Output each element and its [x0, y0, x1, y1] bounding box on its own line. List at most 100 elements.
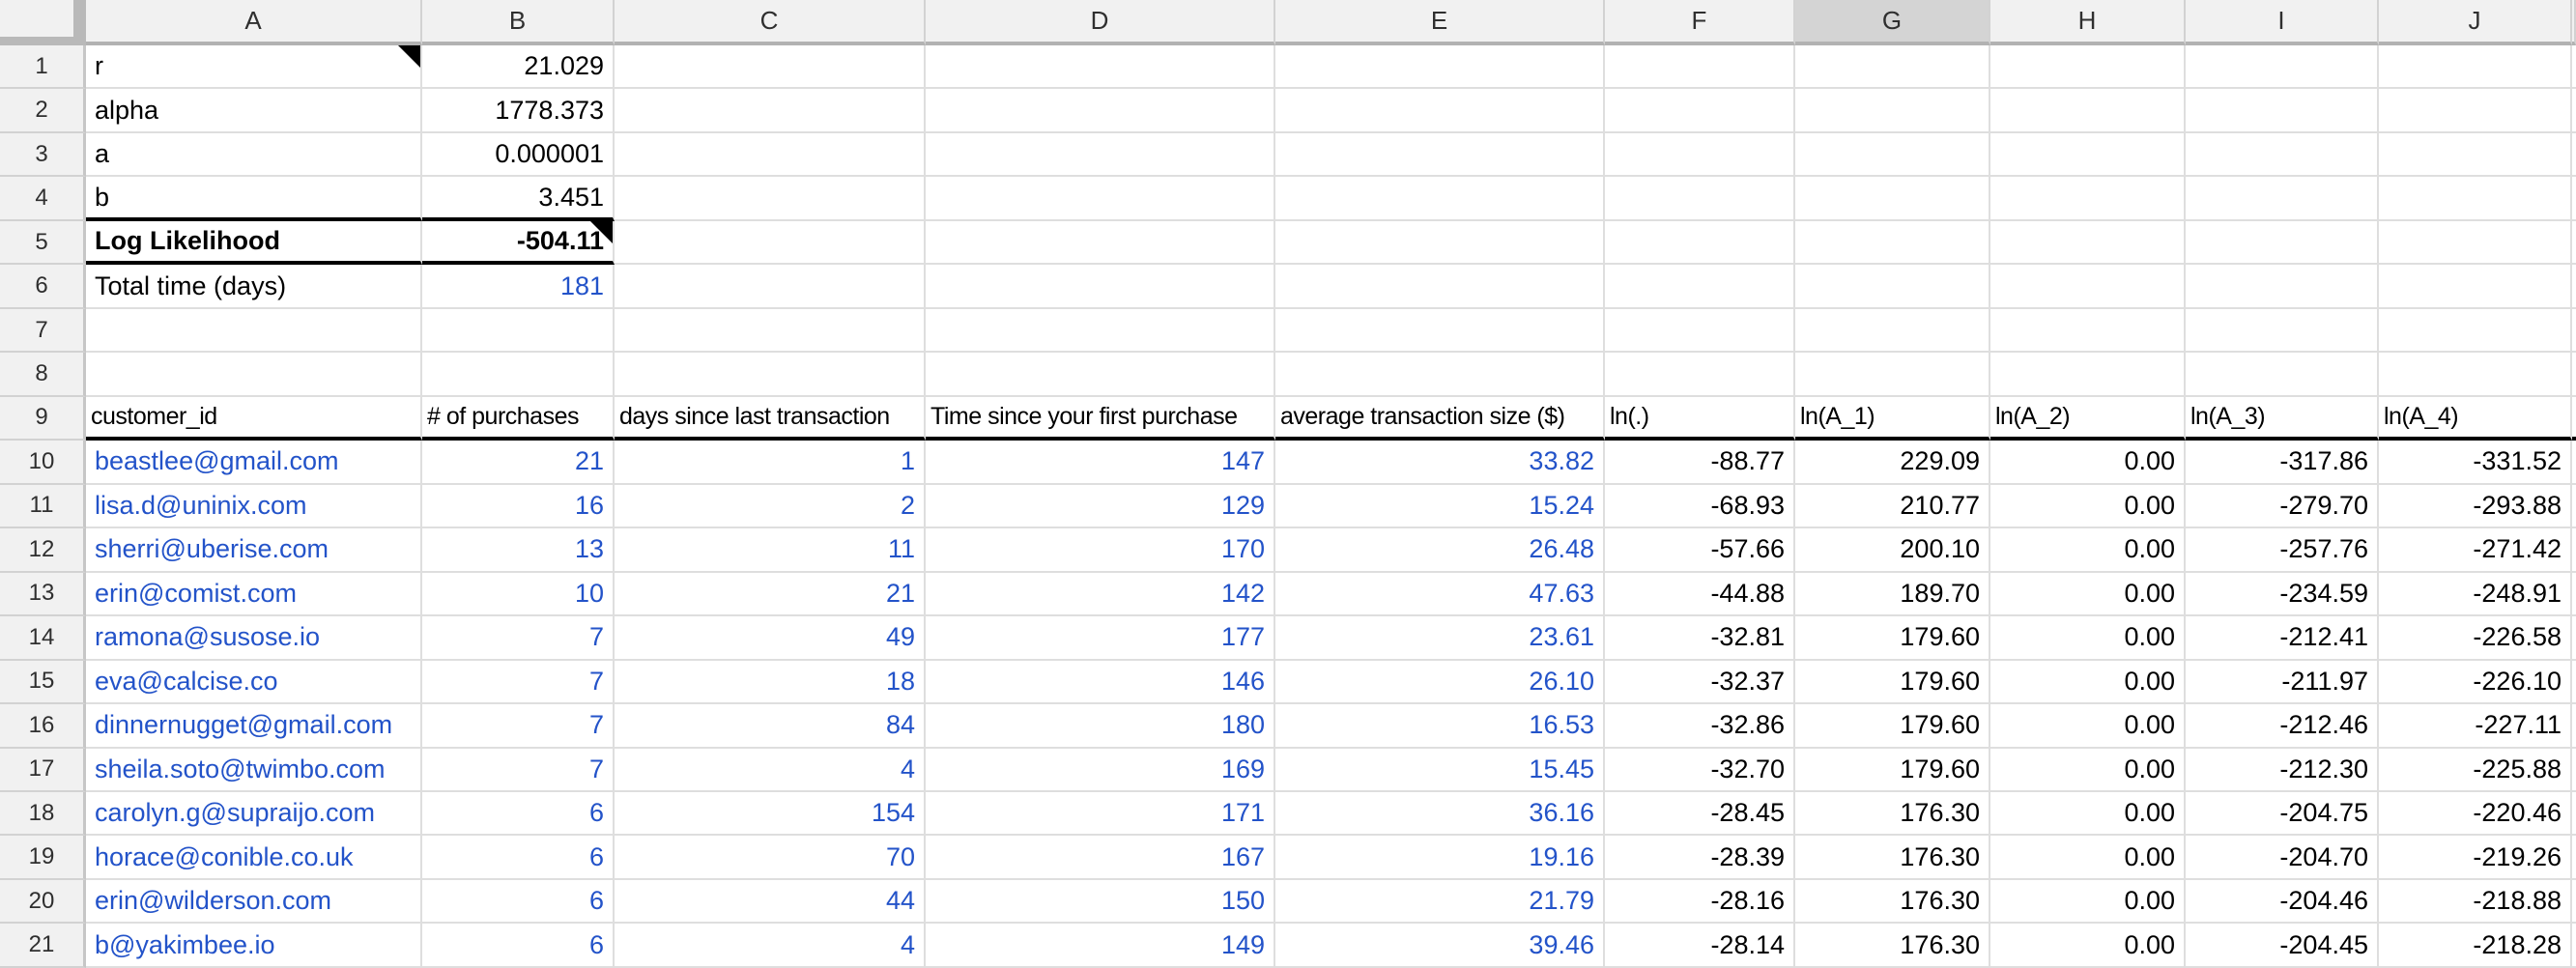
cell-D16[interactable]: 180 — [926, 704, 1275, 748]
row-header-16[interactable]: 16 — [0, 704, 86, 748]
cell-J15[interactable]: -226.10 — [2379, 661, 2572, 704]
cell-B8[interactable] — [422, 353, 615, 396]
cell-G19[interactable]: 176.30 — [1795, 836, 1990, 879]
cell-A5[interactable]: Log Likelihood — [86, 221, 422, 265]
cell-H13[interactable]: 0.00 — [1990, 573, 2186, 616]
cell-G10[interactable]: 229.09 — [1795, 441, 1990, 484]
cell-E9[interactable]: average transaction size ($) — [1275, 397, 1605, 441]
row-header-3[interactable]: 3 — [0, 133, 86, 177]
cell-E2[interactable] — [1275, 89, 1605, 132]
cell-H6[interactable] — [1990, 265, 2186, 308]
cell-A7[interactable] — [86, 309, 422, 353]
cell-C1[interactable] — [615, 45, 926, 89]
column-header-D[interactable]: D — [926, 0, 1275, 45]
row-header-12[interactable]: 12 — [0, 528, 86, 572]
cell-H18[interactable]: 0.00 — [1990, 792, 2186, 836]
row-header-11[interactable]: 11 — [0, 485, 86, 528]
cell-E18[interactable]: 36.16 — [1275, 792, 1605, 836]
cell-J20[interactable]: -218.88 — [2379, 880, 2572, 924]
cell-G21[interactable]: 176.30 — [1795, 924, 1990, 967]
cell-B21[interactable]: 6 — [422, 924, 615, 967]
cell-D11[interactable]: 129 — [926, 485, 1275, 528]
cell-A21[interactable]: b@yakimbee.io — [86, 924, 422, 967]
cell-H21[interactable]: 0.00 — [1990, 924, 2186, 967]
cell-H10[interactable]: 0.00 — [1990, 441, 2186, 484]
cell-I18[interactable]: -204.75 — [2186, 792, 2379, 836]
cell-D9[interactable]: Time since your first purchase — [926, 397, 1275, 441]
cell-J16[interactable]: -227.11 — [2379, 704, 2572, 748]
cell-H11[interactable]: 0.00 — [1990, 485, 2186, 528]
cell-E10[interactable]: 33.82 — [1275, 441, 1605, 484]
cell-G17[interactable]: 179.60 — [1795, 749, 1990, 792]
cell-F17[interactable]: -32.70 — [1605, 749, 1795, 792]
cell-A4[interactable]: b — [86, 177, 422, 220]
cell-I4[interactable] — [2186, 177, 2379, 220]
cell-E12[interactable]: 26.48 — [1275, 528, 1605, 572]
cell-B9[interactable]: # of purchases — [422, 397, 615, 441]
cell-C11[interactable]: 2 — [615, 485, 926, 528]
cell-D8[interactable] — [926, 353, 1275, 396]
cell-C9[interactable]: days since last transaction — [615, 397, 926, 441]
cell-F5[interactable] — [1605, 221, 1795, 265]
cell-J1[interactable] — [2379, 45, 2572, 89]
cell-J5[interactable] — [2379, 221, 2572, 265]
cell-C10[interactable]: 1 — [615, 441, 926, 484]
row-header-7[interactable]: 7 — [0, 309, 86, 353]
cell-D6[interactable] — [926, 265, 1275, 308]
cell-G9[interactable]: ln(A_1) — [1795, 397, 1990, 441]
cell-E13[interactable]: 47.63 — [1275, 573, 1605, 616]
cell-J10[interactable]: -331.52 — [2379, 441, 2572, 484]
cell-F18[interactable]: -28.45 — [1605, 792, 1795, 836]
cell-D17[interactable]: 169 — [926, 749, 1275, 792]
cell-G15[interactable]: 179.60 — [1795, 661, 1990, 704]
cell-F19[interactable]: -28.39 — [1605, 836, 1795, 879]
cell-J19[interactable]: -219.26 — [2379, 836, 2572, 879]
cell-C14[interactable]: 49 — [615, 616, 926, 660]
cell-C13[interactable]: 21 — [615, 573, 926, 616]
row-header-9[interactable]: 9 — [0, 397, 86, 441]
cell-H15[interactable]: 0.00 — [1990, 661, 2186, 704]
row-header-14[interactable]: 14 — [0, 616, 86, 660]
cell-I19[interactable]: -204.70 — [2186, 836, 2379, 879]
cell-D12[interactable]: 170 — [926, 528, 1275, 572]
cell-I5[interactable] — [2186, 221, 2379, 265]
cell-G2[interactable] — [1795, 89, 1990, 132]
cell-D21[interactable]: 149 — [926, 924, 1275, 967]
cell-B17[interactable]: 7 — [422, 749, 615, 792]
cell-I17[interactable]: -212.30 — [2186, 749, 2379, 792]
cell-A1[interactable]: r — [86, 45, 422, 89]
cell-G14[interactable]: 179.60 — [1795, 616, 1990, 660]
cell-A8[interactable] — [86, 353, 422, 396]
cell-C20[interactable]: 44 — [615, 880, 926, 924]
row-header-4[interactable]: 4 — [0, 177, 86, 220]
cell-A12[interactable]: sherri@uberise.com — [86, 528, 422, 572]
cell-A17[interactable]: sheila.soto@twimbo.com — [86, 749, 422, 792]
cell-G16[interactable]: 179.60 — [1795, 704, 1990, 748]
cell-H8[interactable] — [1990, 353, 2186, 396]
cell-E17[interactable]: 15.45 — [1275, 749, 1605, 792]
column-header-F[interactable]: F — [1605, 0, 1795, 45]
cell-B11[interactable]: 16 — [422, 485, 615, 528]
cell-I6[interactable] — [2186, 265, 2379, 308]
row-header-15[interactable]: 15 — [0, 661, 86, 704]
cell-D10[interactable]: 147 — [926, 441, 1275, 484]
cell-B5[interactable]: -504.11 — [422, 221, 615, 265]
cell-F8[interactable] — [1605, 353, 1795, 396]
cell-C21[interactable]: 4 — [615, 924, 926, 967]
cell-J17[interactable]: -225.88 — [2379, 749, 2572, 792]
cell-C8[interactable] — [615, 353, 926, 396]
row-header-5[interactable]: 5 — [0, 221, 86, 265]
cell-G7[interactable] — [1795, 309, 1990, 353]
cell-C17[interactable]: 4 — [615, 749, 926, 792]
cell-H14[interactable]: 0.00 — [1990, 616, 2186, 660]
cell-J13[interactable]: -248.91 — [2379, 573, 2572, 616]
cell-B13[interactable]: 10 — [422, 573, 615, 616]
cell-D18[interactable]: 171 — [926, 792, 1275, 836]
cell-F2[interactable] — [1605, 89, 1795, 132]
cell-I21[interactable]: -204.45 — [2186, 924, 2379, 967]
cell-A18[interactable]: carolyn.g@supraijo.com — [86, 792, 422, 836]
cell-E15[interactable]: 26.10 — [1275, 661, 1605, 704]
cell-H20[interactable]: 0.00 — [1990, 880, 2186, 924]
cell-F6[interactable] — [1605, 265, 1795, 308]
cell-J18[interactable]: -220.46 — [2379, 792, 2572, 836]
